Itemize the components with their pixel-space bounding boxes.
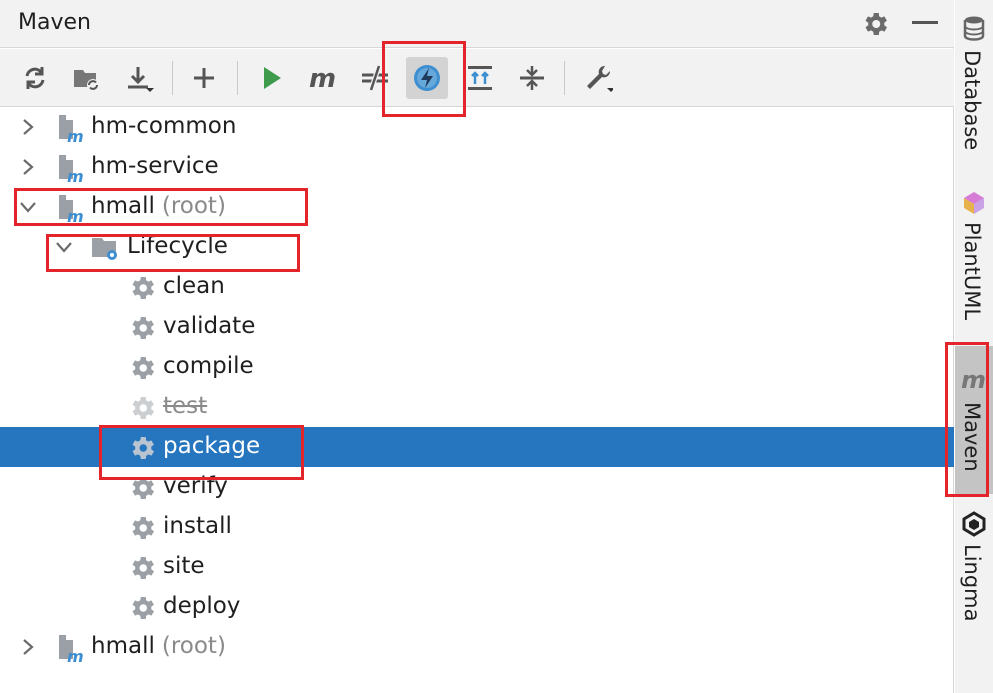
lifecycle-goal-validate[interactable]: validate	[0, 307, 954, 347]
download-icon[interactable]	[118, 57, 160, 99]
gear-icon	[132, 557, 154, 579]
svg-text:m: m	[67, 647, 84, 663]
lifecycle-goal-verify[interactable]: verify	[0, 467, 954, 507]
sidebar-tab-label: Lingma	[960, 544, 984, 622]
tool-window-title: Maven	[18, 10, 91, 35]
maven-toolbar: m	[0, 49, 954, 107]
maven-module-icon: m	[59, 635, 84, 663]
offline-icon[interactable]	[354, 57, 396, 99]
lifecycle-goal-test[interactable]: test	[0, 387, 954, 427]
gear-icon[interactable]	[860, 9, 890, 39]
sidebar-tab-database[interactable]: Database	[955, 8, 993, 158]
goal-label: validate	[163, 313, 256, 339]
sidebar-tab-label: Maven	[960, 402, 984, 472]
tree-node-label: hmall (root)	[91, 633, 226, 659]
tree-node-label: Lifecycle	[127, 233, 228, 259]
root-suffix: (root)	[161, 193, 226, 219]
maven-module-icon: m	[59, 115, 84, 143]
maven-tool-window: Maven m m hm-common m hm-service m hmall…	[0, 0, 954, 693]
chevron-down-icon[interactable]	[18, 197, 38, 217]
play-icon[interactable]	[250, 57, 292, 99]
svg-text:m: m	[67, 127, 84, 143]
tree-node-lifecycle[interactable]: Lifecycle	[0, 227, 954, 267]
goal-label-skipped: test	[163, 393, 208, 419]
lingma-icon	[962, 511, 986, 537]
lightning-icon[interactable]	[406, 57, 448, 99]
sidebar-tab-label: Database	[960, 50, 984, 151]
gear-icon	[132, 477, 154, 499]
lifecycle-goal-compile[interactable]: compile	[0, 347, 954, 387]
goal-label: deploy	[163, 593, 241, 619]
chevron-right-icon[interactable]	[18, 117, 38, 137]
svg-text:m: m	[309, 64, 336, 93]
svg-text:m: m	[67, 167, 84, 183]
svg-text:m: m	[67, 207, 84, 223]
refresh-icon[interactable]	[14, 57, 56, 99]
tree-node-hm-common[interactable]: m hm-common	[0, 107, 954, 147]
gear-icon	[132, 397, 154, 419]
lifecycle-goal-package[interactable]: package	[0, 427, 954, 467]
toolbar-separator	[564, 61, 565, 95]
collapse-icon[interactable]	[511, 57, 553, 99]
lifecycle-goal-install[interactable]: install	[0, 507, 954, 547]
tool-window-header: Maven	[0, 0, 954, 48]
chevron-down-icon[interactable]	[54, 237, 74, 257]
maven-module-icon: m	[59, 155, 84, 183]
maven-module-icon: m	[59, 195, 84, 223]
right-tool-strip: Database PlantUML m Maven Lingma	[955, 0, 993, 693]
plus-icon[interactable]	[183, 57, 225, 99]
tree-node-label: hm-service	[91, 153, 219, 179]
chevron-right-icon[interactable]	[18, 637, 38, 657]
goal-label: install	[163, 513, 232, 539]
gear-icon	[132, 277, 154, 299]
database-icon	[963, 16, 985, 41]
toolbar-separator	[237, 61, 238, 95]
minimize-icon[interactable]	[912, 21, 938, 24]
root-suffix: (root)	[161, 633, 226, 659]
gear-icon	[132, 517, 154, 539]
lifecycle-goal-site[interactable]: site	[0, 547, 954, 587]
svg-text:m: m	[961, 366, 986, 392]
dependencies-icon[interactable]	[459, 57, 501, 99]
tree-node-hm-service[interactable]: m hm-service	[0, 147, 954, 187]
tree-node-label: hm-common	[91, 113, 237, 139]
gear-icon	[132, 317, 154, 339]
sidebar-tab-label: PlantUML	[960, 222, 984, 321]
sidebar-tab-plantuml[interactable]: PlantUML	[955, 180, 993, 330]
maven-m-icon[interactable]: m	[302, 57, 344, 99]
goal-label: package	[163, 433, 261, 459]
tree-node-label: hmall (root)	[91, 193, 226, 219]
chevron-right-icon[interactable]	[18, 157, 38, 177]
gear-icon	[132, 597, 154, 619]
goal-label: clean	[163, 273, 225, 299]
sidebar-tab-maven[interactable]: m Maven	[955, 346, 993, 494]
folder-refresh-icon[interactable]	[65, 57, 107, 99]
lifecycle-goal-deploy[interactable]: deploy	[0, 587, 954, 627]
plantuml-icon	[964, 192, 984, 214]
goal-label: verify	[163, 473, 228, 499]
gear-icon	[132, 437, 154, 459]
sidebar-tab-lingma[interactable]: Lingma	[955, 504, 993, 644]
maven-m-icon: m	[961, 366, 986, 392]
lifecycle-folder-icon	[92, 238, 117, 260]
tree-node-hmall-root[interactable]: m hmall (root)	[0, 187, 954, 227]
toolbar-separator	[172, 61, 173, 95]
goal-label: compile	[163, 353, 254, 379]
lifecycle-goal-clean[interactable]: clean	[0, 267, 954, 307]
goal-label: site	[163, 553, 205, 579]
wrench-icon[interactable]	[577, 57, 619, 99]
tree-node-hmall-root-2[interactable]: m hmall (root)	[0, 627, 954, 667]
gear-icon	[132, 357, 154, 379]
